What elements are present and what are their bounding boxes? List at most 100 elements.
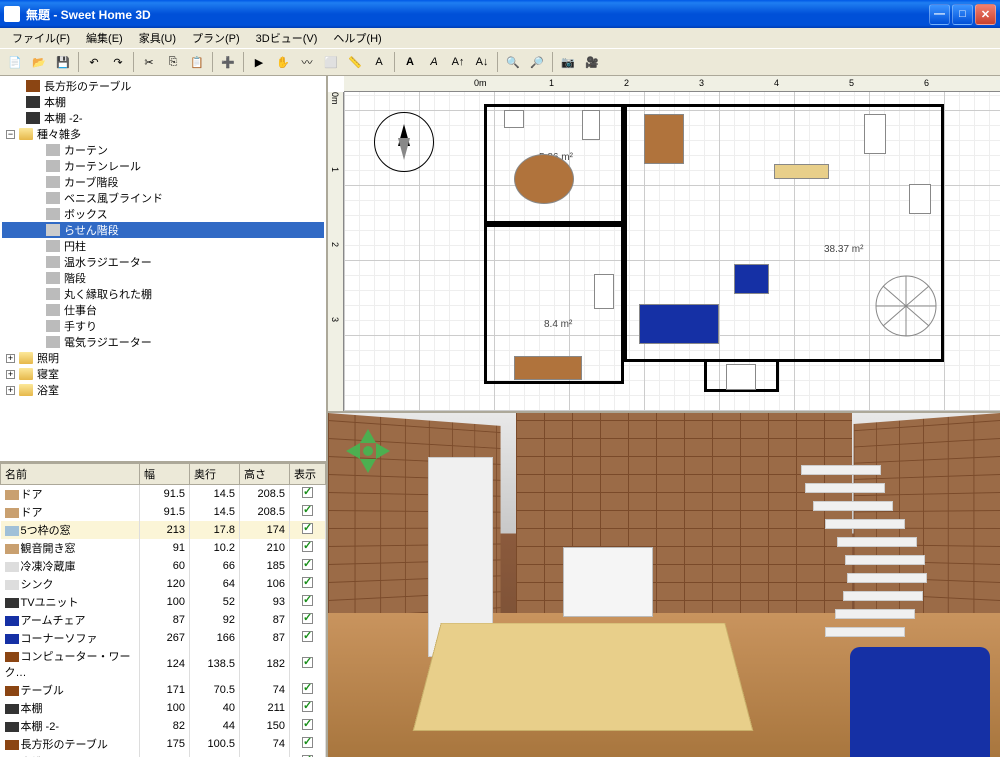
visible-checkbox[interactable] bbox=[302, 541, 313, 552]
table-icon[interactable] bbox=[774, 164, 829, 179]
tree-folder[interactable]: +照明 bbox=[2, 350, 324, 366]
tree-folder[interactable]: +浴室 bbox=[2, 382, 324, 398]
visible-checkbox[interactable] bbox=[302, 719, 313, 730]
tree-item[interactable]: 仕事台 bbox=[2, 302, 324, 318]
tree-item[interactable]: 本棚 -2- bbox=[2, 110, 324, 126]
minimize-button[interactable]: — bbox=[929, 4, 950, 25]
menu-3dview[interactable]: 3Dビュー(V) bbox=[248, 28, 326, 48]
visible-checkbox[interactable] bbox=[302, 505, 313, 516]
select-tool-button[interactable]: ▶ bbox=[248, 51, 270, 73]
visible-checkbox[interactable] bbox=[302, 701, 313, 712]
tree-item[interactable]: 丸く縁取られた棚 bbox=[2, 286, 324, 302]
visible-checkbox[interactable] bbox=[302, 577, 313, 588]
text-size-up-button[interactable]: A↑ bbox=[447, 51, 469, 73]
table-row[interactable]: アームチェア 879287 bbox=[1, 611, 326, 629]
sofa-icon[interactable] bbox=[639, 304, 719, 344]
tree-item[interactable]: 温水ラジエーター bbox=[2, 254, 324, 270]
zoom-in-button[interactable]: 🔍 bbox=[502, 51, 524, 73]
text-size-down-button[interactable]: A↓ bbox=[471, 51, 493, 73]
dimension-tool-button[interactable]: 📏 bbox=[344, 51, 366, 73]
tree-item[interactable]: ボックス bbox=[2, 206, 324, 222]
visible-checkbox[interactable] bbox=[302, 683, 313, 694]
video-button[interactable]: 🎥 bbox=[581, 51, 603, 73]
furniture-item[interactable] bbox=[594, 274, 614, 309]
copy-button[interactable]: ⎘ bbox=[162, 51, 184, 73]
tree-folder[interactable]: +寝室 bbox=[2, 366, 324, 382]
visible-checkbox[interactable] bbox=[302, 613, 313, 624]
desk-icon[interactable] bbox=[644, 114, 684, 164]
visible-checkbox[interactable] bbox=[302, 487, 313, 498]
save-button[interactable]: 💾 bbox=[52, 51, 74, 73]
tree-item[interactable]: カーテン bbox=[2, 142, 324, 158]
floor-plan[interactable]: 5.86 m² 8.4 m² 38.37 m² bbox=[484, 104, 944, 394]
undo-button[interactable]: ↶ bbox=[83, 51, 105, 73]
text-italic-button[interactable]: A bbox=[423, 51, 445, 73]
close-button[interactable]: ✕ bbox=[975, 4, 996, 25]
visible-checkbox[interactable] bbox=[302, 657, 313, 668]
table-row[interactable]: コーナーソファ 26716687 bbox=[1, 629, 326, 647]
table-row[interactable]: 5つ枠の窓 21317.8174 bbox=[1, 521, 326, 539]
tree-item[interactable]: 長方形のテーブル bbox=[2, 78, 324, 94]
redo-button[interactable]: ↷ bbox=[107, 51, 129, 73]
maximize-button[interactable]: □ bbox=[952, 4, 973, 25]
menu-plan[interactable]: プラン(P) bbox=[184, 28, 248, 48]
nav-right-button[interactable] bbox=[376, 443, 398, 459]
3d-view[interactable] bbox=[328, 413, 1000, 757]
tree-folder-misc[interactable]: − 種々雑多 bbox=[2, 126, 324, 142]
furniture-item[interactable] bbox=[909, 184, 931, 214]
table-row[interactable]: 長方形のテーブル 175100.574 bbox=[1, 735, 326, 753]
table-row[interactable]: TVユニット 1005293 bbox=[1, 593, 326, 611]
visible-checkbox[interactable] bbox=[302, 523, 313, 534]
furniture-catalog-tree[interactable]: 長方形のテーブル本棚本棚 -2- − 種々雑多 カーテンカーテンレールカーブ階段… bbox=[0, 76, 326, 463]
table-row[interactable]: テーブル 17170.574 bbox=[1, 681, 326, 699]
text-tool-button[interactable]: A bbox=[368, 51, 390, 73]
visible-checkbox[interactable] bbox=[302, 595, 313, 606]
menu-file[interactable]: ファイル(F) bbox=[4, 28, 78, 48]
col-depth[interactable]: 奥行 bbox=[190, 464, 240, 485]
expand-icon[interactable]: + bbox=[6, 370, 15, 379]
table-row[interactable]: 本棚 -2- 8244150 bbox=[1, 717, 326, 735]
tree-item[interactable]: 本棚 bbox=[2, 94, 324, 110]
tree-item[interactable]: ベニス風ブラインド bbox=[2, 190, 324, 206]
plan-2d-view[interactable]: 0m 1 2 3 4 5 6 0m 1 2 3 bbox=[328, 76, 1000, 413]
round-table-icon[interactable] bbox=[514, 154, 574, 204]
furniture-list-table[interactable]: 名前 幅 奥行 高さ 表示 ドア 91.514.5208.5 ドア 91.514… bbox=[0, 463, 326, 757]
tree-item-spiral-stairs[interactable]: らせん階段 bbox=[2, 222, 324, 238]
rect-table-icon[interactable] bbox=[514, 356, 582, 380]
armchair-3d[interactable] bbox=[850, 647, 990, 757]
col-name[interactable]: 名前 bbox=[1, 464, 140, 485]
tree-item[interactable]: 手すり bbox=[2, 318, 324, 334]
wall-tool-button[interactable]: 〰 bbox=[296, 51, 318, 73]
expand-icon[interactable]: + bbox=[6, 354, 15, 363]
visible-checkbox[interactable] bbox=[302, 737, 313, 748]
pan-tool-button[interactable]: ✋ bbox=[272, 51, 294, 73]
tree-item[interactable]: カーテンレール bbox=[2, 158, 324, 174]
tree-item[interactable]: 電気ラジエーター bbox=[2, 334, 324, 350]
visible-checkbox[interactable] bbox=[302, 559, 313, 570]
plan-canvas[interactable]: 5.86 m² 8.4 m² 38.37 m² bbox=[344, 92, 1000, 411]
tree-item[interactable]: 円柱 bbox=[2, 238, 324, 254]
spiral-stairs-icon[interactable] bbox=[874, 274, 939, 339]
table-row[interactable]: シンク 12064106 bbox=[1, 575, 326, 593]
add-furniture-button[interactable]: ➕ bbox=[217, 51, 239, 73]
furniture-item[interactable] bbox=[582, 110, 600, 140]
col-visible[interactable]: 表示 bbox=[290, 464, 326, 485]
table-row[interactable]: 観音開き窓 9110.2210 bbox=[1, 539, 326, 557]
menu-edit[interactable]: 編集(E) bbox=[78, 28, 131, 48]
spiral-stairs-3d[interactable] bbox=[805, 447, 925, 637]
visible-checkbox[interactable] bbox=[302, 631, 313, 642]
col-height[interactable]: 高さ bbox=[240, 464, 290, 485]
nav-up-button[interactable] bbox=[360, 421, 376, 443]
tree-item[interactable]: 階段 bbox=[2, 270, 324, 286]
room-tool-button[interactable]: ⬜ bbox=[320, 51, 342, 73]
armchair-icon[interactable] bbox=[734, 264, 769, 294]
table-row[interactable]: ドア 91.514.5208.5 bbox=[1, 503, 326, 521]
photo-button[interactable]: 📷 bbox=[557, 51, 579, 73]
text-bold-button[interactable]: A bbox=[399, 51, 421, 73]
tree-item[interactable]: カーブ階段 bbox=[2, 174, 324, 190]
table-3d[interactable] bbox=[413, 623, 754, 731]
nav-left-button[interactable] bbox=[338, 443, 360, 459]
col-width[interactable]: 幅 bbox=[140, 464, 190, 485]
table-row[interactable]: 本棚 10040211 bbox=[1, 699, 326, 717]
expand-icon[interactable]: + bbox=[6, 386, 15, 395]
